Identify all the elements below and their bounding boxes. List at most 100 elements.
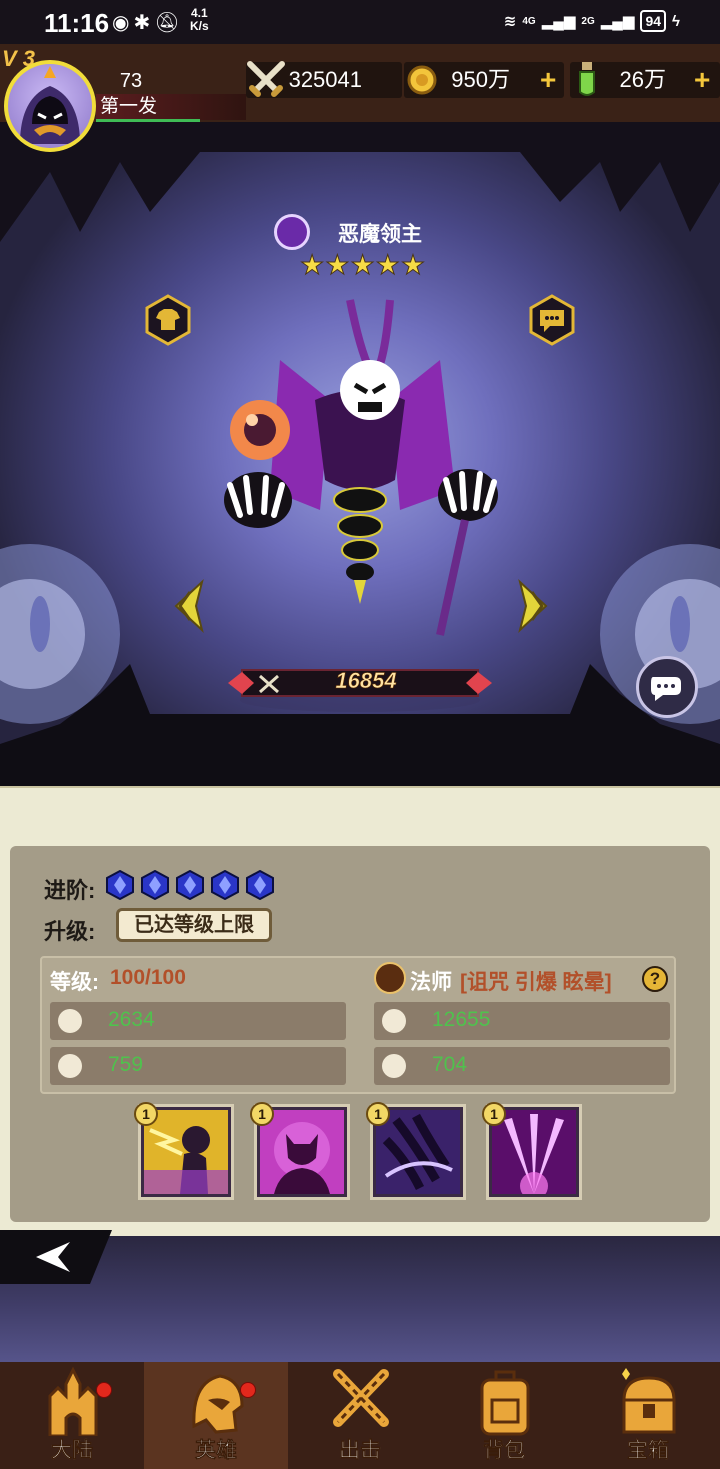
star-icon: ★: [350, 250, 375, 281]
gold-coin-icon: [407, 65, 437, 95]
network-speed-unit: K/s: [190, 19, 209, 33]
signal-2g-label: 2G: [581, 15, 595, 27]
avatar-portrait-icon: [20, 66, 80, 144]
class-name: 法师: [410, 971, 452, 994]
add-gold-button[interactable]: +: [540, 62, 556, 98]
skill-level-badge: 1: [250, 1102, 274, 1126]
hero-name: 恶魔领主: [338, 223, 422, 246]
attack-stat: 2634: [50, 1002, 346, 1040]
advance-gem-icon: [141, 870, 169, 900]
backpack-icon: [480, 1370, 530, 1436]
mute-icon: 🔕︎: [154, 12, 184, 34]
wifi-icon: ≋: [503, 13, 517, 30]
helmet-icon: [192, 1374, 244, 1434]
nav-item-treasure-chest[interactable]: 宝箱: [576, 1362, 720, 1469]
defense-stat: 759: [50, 1047, 346, 1085]
back-button[interactable]: [0, 1226, 112, 1288]
hero-power-value: 16854: [335, 668, 397, 694]
exp-bar: [96, 119, 200, 122]
dialogue-button[interactable]: [528, 294, 576, 346]
hero-stars: ★ ★ ★ ★ ★: [299, 250, 430, 281]
nav-item-castle[interactable]: 大陆: [0, 1362, 144, 1469]
castle-icon: [48, 1366, 98, 1436]
player-name: 第一发: [96, 94, 246, 120]
equipment-button[interactable]: [144, 294, 192, 346]
boot-icon: [382, 1054, 406, 1078]
green-potion-icon: [579, 62, 595, 96]
moon-class-icon: [274, 214, 310, 250]
demon-lord-sprite: [224, 299, 498, 636]
signal-4g-label: 4G: [522, 15, 536, 27]
star-icon: ★: [400, 250, 426, 281]
chat-button[interactable]: [636, 656, 698, 718]
star-icon: ★: [325, 250, 350, 281]
nav-label: 英雄: [195, 1439, 238, 1463]
speed-value: 704: [432, 1053, 468, 1076]
skill-void-burst-icon: [492, 1110, 576, 1194]
attack-icon: [58, 1009, 82, 1033]
notification-badge: [96, 1382, 112, 1398]
crossed-swords-icon: [333, 1369, 389, 1427]
gold-currency-value: 950万: [451, 67, 510, 92]
level-value: 100/100: [110, 966, 186, 989]
nav-label: 出击: [339, 1439, 382, 1463]
clock: 11:16: [44, 8, 110, 38]
skill-shadow-claw-icon: [376, 1110, 460, 1194]
signal-icon: ▂▄▆: [600, 13, 635, 30]
advance-gem-icon: [246, 870, 274, 900]
skill-demon-summon-icon: [260, 1110, 344, 1194]
charging-icon: ϟ: [672, 12, 680, 30]
eye-icon: ◉: [112, 12, 134, 34]
status-icons-left: ◉✱🔕︎: [112, 10, 184, 35]
player-level: 73: [119, 70, 143, 92]
mage-class-icon: [374, 962, 406, 994]
potion-currency-value: 26万: [619, 67, 666, 92]
power-currency-value: 325041: [288, 67, 362, 92]
crossed-swords-icon: [247, 61, 285, 97]
signal-icon: ▂▄▆: [541, 13, 576, 30]
notification-badge: [240, 1382, 256, 1398]
advance-label: 进阶:: [44, 878, 96, 903]
upgrade-label: 升级:: [44, 919, 96, 944]
star-icon: ★: [299, 250, 325, 281]
skill-lightning-strike-icon: [144, 1110, 228, 1194]
hp-value: 12655: [432, 1008, 491, 1031]
advance-gem-icon: [176, 870, 204, 900]
speed-stat: 704: [374, 1047, 670, 1085]
class-tags: [诅咒 引爆 眩晕]: [460, 971, 612, 994]
max-level-button[interactable]: 已达等级上限: [116, 908, 272, 942]
player-avatar[interactable]: [4, 60, 96, 152]
game-screen: { "status_bar": {"time":"11:16","speed_v…: [0, 0, 720, 1469]
nav-label: 背包: [483, 1439, 526, 1463]
power-currency: 325041: [246, 61, 402, 98]
nav-label: 大陆: [51, 1439, 94, 1463]
shield-icon: [58, 1054, 82, 1078]
treasure-chest-icon: [622, 1368, 676, 1434]
network-speed: 4.1 K/s: [190, 7, 209, 33]
attack-value: 2634: [108, 1008, 155, 1031]
star-icon: ★: [375, 250, 400, 281]
skill-level-badge: 1: [366, 1102, 390, 1126]
skill-level-badge: 1: [482, 1102, 506, 1126]
nav-item-backpack[interactable]: 背包: [432, 1362, 576, 1469]
hero-title: 恶魔领主: [270, 212, 470, 252]
status-bar: 11:16 ◉✱🔕︎ 4.1 K/s ≋ 4G ▂▄▆ 2G ▂▄▆ 94 ϟ: [0, 0, 720, 44]
advance-gem-icon: [106, 870, 134, 900]
nav-item-helmet[interactable]: 英雄: [144, 1362, 288, 1469]
hp-stat: 12655: [374, 1002, 670, 1040]
nav-label: 宝箱: [627, 1439, 670, 1463]
help-button[interactable]: ?: [642, 966, 668, 992]
chat-icon: [651, 677, 681, 701]
defense-value: 759: [108, 1053, 144, 1076]
status-icons-right: ≋ 4G ▂▄▆ 2G ▂▄▆ 94 ϟ: [504, 10, 680, 32]
skill-level-badge: 1: [134, 1102, 158, 1126]
next-hero-arrow[interactable]: [514, 578, 554, 634]
bluetooth-icon: ✱: [133, 12, 155, 34]
nav-item-crossed-swords[interactable]: 出击: [288, 1362, 432, 1469]
advance-gem-icon: [211, 870, 239, 900]
heart-icon: [382, 1009, 406, 1033]
add-potion-button[interactable]: +: [694, 62, 710, 98]
previous-hero-arrow[interactable]: [168, 578, 208, 634]
level-label: 等级:: [50, 971, 99, 994]
battery-level: 94: [640, 10, 667, 32]
